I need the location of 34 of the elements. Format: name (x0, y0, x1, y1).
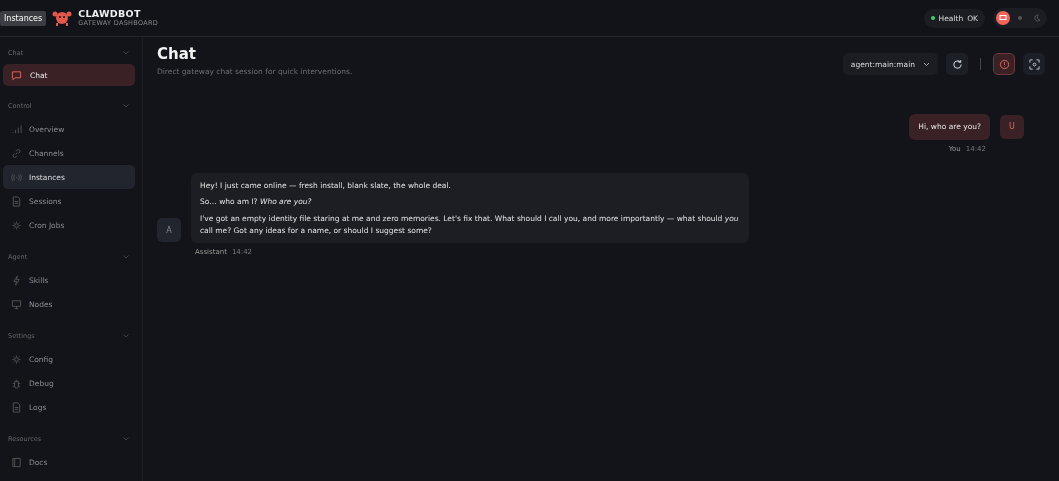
monitor-theme-button[interactable] (996, 11, 1010, 25)
monitor-icon (999, 14, 1007, 22)
signal-icon (11, 171, 22, 183)
focus-button[interactable] (1023, 53, 1045, 75)
refresh-button[interactable] (946, 53, 968, 75)
bug-icon (11, 377, 22, 389)
document-icon (11, 401, 22, 413)
collapse-chevron-icon[interactable] (123, 104, 129, 108)
gear-icon (11, 353, 22, 365)
gear-icon (11, 219, 22, 231)
link-icon (11, 147, 22, 159)
caret-icon (923, 61, 930, 67)
user-avatar: U (1000, 114, 1024, 139)
moon-icon (1033, 14, 1041, 22)
brand-name: CLAWDBOT (78, 9, 142, 20)
sun-icon (1016, 14, 1024, 22)
monitor-icon (11, 298, 22, 310)
speech-bubble-icon (11, 69, 22, 81)
collapse-chevron-icon[interactable] (123, 255, 129, 259)
bar-chart-icon (11, 123, 22, 135)
alert-circle-icon (998, 58, 1010, 70)
collapse-chevron-icon[interactable] (123, 437, 129, 441)
lightning-icon (11, 274, 22, 286)
collapse-chevron-icon[interactable] (123, 334, 129, 338)
brain-toggle-button[interactable] (993, 53, 1015, 75)
crab-logo-icon (52, 9, 73, 27)
collapse-chevron-icon[interactable] (123, 51, 129, 55)
book-icon (11, 456, 22, 468)
refresh-icon (951, 58, 963, 70)
document-icon (11, 195, 22, 207)
tooltip: Instances (0, 10, 47, 26)
focus-icon (1028, 58, 1040, 70)
page-title: Chat (157, 45, 197, 63)
assistant-avatar: A (157, 218, 181, 243)
